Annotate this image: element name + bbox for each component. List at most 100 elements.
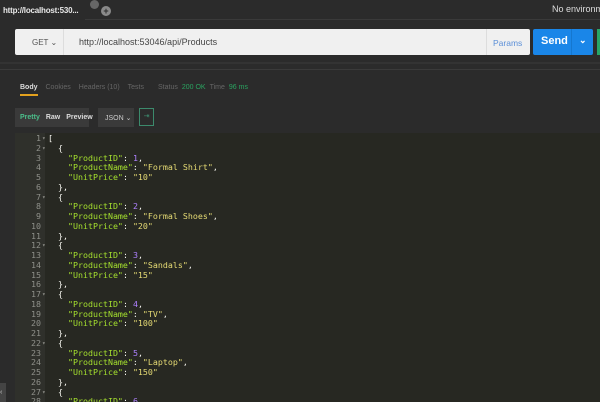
line-number: 28 xyxy=(31,396,41,402)
tab-cookies[interactable]: Cookies xyxy=(46,84,71,96)
response-body-editor[interactable]: 1 ▾[2 ▾ {3 "ProductID": 1, 4 "ProductName":… xyxy=(15,133,600,402)
format-select[interactable]: JSON ⌄ xyxy=(98,108,134,127)
json-punct: { xyxy=(48,386,63,397)
code-line: 20 "UnitPrice": "100" xyxy=(15,318,600,329)
json-string: "10" xyxy=(132,172,153,182)
status-label: Status xyxy=(158,84,178,91)
json-punct: , xyxy=(137,201,143,212)
json-punct: , xyxy=(162,308,168,319)
json-string: "Sandals" xyxy=(142,259,188,270)
request-bar: GET ⌄ http://localhost:53046/api/Product… xyxy=(15,29,530,55)
json-key: "UnitPrice" xyxy=(67,172,123,182)
json-punct xyxy=(48,396,68,402)
json-punct: , xyxy=(137,298,143,309)
code-line: 21 }, xyxy=(15,328,600,339)
tab-headers[interactable]: Headers (10) xyxy=(79,84,120,96)
method-select[interactable]: GET ⌄ xyxy=(15,29,64,55)
code-line: 10 "UnitPrice": "20" xyxy=(15,220,600,232)
json-punct: }, xyxy=(48,181,68,192)
fold-toggle-icon: ▾ xyxy=(42,242,46,250)
json-key: "ProductID" xyxy=(67,298,123,309)
code-line: 28 "ProductID": 6, xyxy=(15,396,600,402)
tab-tests[interactable]: Tests xyxy=(128,84,144,96)
tab-body[interactable]: Body xyxy=(20,84,38,96)
json-punct xyxy=(48,357,68,367)
json-string: "150" xyxy=(132,367,158,377)
preview-button[interactable]: Preview xyxy=(66,114,92,127)
json-key: "ProductID" xyxy=(67,396,123,402)
fold-toggle-icon: ▾ xyxy=(42,193,46,201)
json-punct xyxy=(48,172,68,182)
json-string: "Formal Shirt" xyxy=(142,162,213,173)
response-tabs: Body Cookies Headers (10) Tests Status 2… xyxy=(20,84,248,96)
collapse-sidebar-icon[interactable]: ‹ xyxy=(0,383,6,402)
divider xyxy=(0,62,600,64)
json-punct xyxy=(48,201,68,211)
json-key: "UnitPrice" xyxy=(67,220,123,231)
pretty-button[interactable]: Pretty xyxy=(20,114,40,127)
json-punct: , xyxy=(137,250,143,260)
json-punct: , xyxy=(212,162,218,173)
json-key: "ProductID" xyxy=(67,250,123,260)
json-punct: { xyxy=(48,191,63,202)
format-label: JSON xyxy=(105,115,124,122)
json-punct xyxy=(48,162,68,172)
environment-select[interactable]: No environment xyxy=(552,4,600,14)
json-punct xyxy=(48,270,68,280)
json-punct: [ xyxy=(48,133,53,143)
code-line: 26 }, xyxy=(15,377,600,388)
raw-button[interactable]: Raw xyxy=(46,114,60,127)
time-label: Time xyxy=(209,84,225,91)
json-punct: { xyxy=(48,240,63,251)
json-string: "15" xyxy=(132,269,153,280)
send-button[interactable]: Send ⌄ xyxy=(533,29,593,55)
json-punct: , xyxy=(137,396,143,402)
chevron-down-icon: ⌄ xyxy=(125,115,132,122)
json-key: "ProductID" xyxy=(67,347,123,358)
json-punct xyxy=(48,250,68,260)
code-text: "ProductID": 6, xyxy=(48,396,143,402)
json-punct: { xyxy=(48,289,63,299)
json-key: "ProductID" xyxy=(67,152,123,163)
json-key: "ProductName" xyxy=(67,259,133,270)
close-tab-icon[interactable] xyxy=(90,0,99,9)
json-string: "Formal Shoes" xyxy=(142,211,213,221)
url-input[interactable]: http://localhost:53046/api/Products xyxy=(79,37,217,47)
json-key: "ProductName" xyxy=(67,357,133,368)
json-string: "20" xyxy=(132,220,153,231)
code-line: 11 }, xyxy=(15,230,600,242)
fold-toggle-icon: ▾ xyxy=(42,388,46,396)
json-punct: , xyxy=(137,152,143,163)
json-punct xyxy=(48,153,68,163)
json-string: "Laptop" xyxy=(142,357,183,368)
wrap-lines-icon[interactable]: ⇥ xyxy=(139,108,154,126)
divider xyxy=(0,69,600,70)
json-punct xyxy=(48,299,68,309)
json-string: "100" xyxy=(132,318,158,329)
json-key: "ProductName" xyxy=(67,211,133,221)
json-key: "ProductName" xyxy=(67,162,133,173)
json-punct: , xyxy=(182,357,188,368)
time-value: 96 ms xyxy=(228,84,248,91)
chevron-down-icon[interactable]: ⌄ xyxy=(579,35,587,46)
code-line: 16 }, xyxy=(15,279,600,290)
json-punct: { xyxy=(48,337,63,348)
chevron-down-icon: ⌄ xyxy=(50,38,58,47)
json-punct: , xyxy=(212,211,218,221)
json-punct xyxy=(48,318,68,328)
json-key: "UnitPrice" xyxy=(67,269,123,280)
json-punct: }, xyxy=(48,230,68,241)
json-punct xyxy=(48,348,68,358)
json-punct: }, xyxy=(48,328,68,338)
fold-toggle-icon: ▾ xyxy=(42,144,46,152)
json-string: "TV" xyxy=(142,308,163,319)
code-line: 6 }, xyxy=(15,181,600,193)
json-punct: }, xyxy=(48,279,68,290)
json-punct xyxy=(48,260,68,270)
fold-toggle-icon: ▾ xyxy=(42,135,46,142)
params-button[interactable]: Params xyxy=(486,29,530,55)
fold-toggle-icon: ▾ xyxy=(42,339,46,347)
add-tab-icon[interactable]: + xyxy=(101,6,111,16)
request-tab[interactable]: http://localhost:530... xyxy=(0,0,85,20)
json-punct xyxy=(48,221,68,231)
